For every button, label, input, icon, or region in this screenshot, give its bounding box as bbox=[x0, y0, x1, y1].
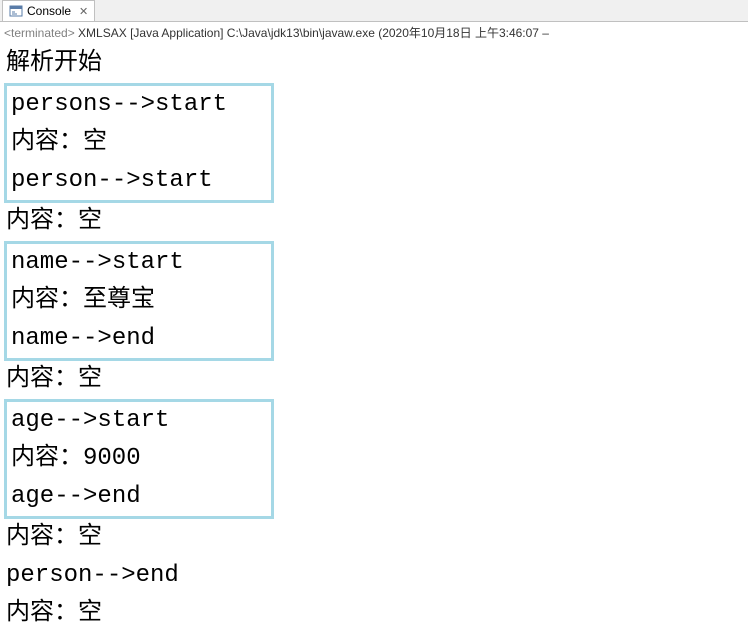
terminated-label: <terminated> bbox=[4, 26, 75, 40]
output-line: 内容：至尊宝 bbox=[9, 282, 269, 320]
status-text: XMLSAX [Java Application] C:\Java\jdk13\… bbox=[75, 26, 549, 40]
output-line: age-->start bbox=[9, 402, 269, 440]
tab-label: Console bbox=[27, 4, 71, 18]
output-line: 内容：空 bbox=[4, 519, 744, 557]
output-line: 内容：空 bbox=[4, 595, 744, 633]
output-line: age-->end bbox=[9, 478, 269, 516]
highlight-box: persons-->start 内容：空 person-->start bbox=[4, 83, 274, 203]
output-line: 内容：空 bbox=[4, 361, 744, 399]
output-line: 内容：9000 bbox=[9, 440, 269, 478]
status-line: <terminated> XMLSAX [Java Application] C… bbox=[0, 22, 748, 43]
console-tab[interactable]: Console ✕ bbox=[2, 0, 95, 21]
console-icon bbox=[9, 4, 23, 18]
output-line: 解析开始 bbox=[4, 45, 744, 83]
close-icon[interactable]: ✕ bbox=[79, 5, 88, 18]
highlight-box: age-->start 内容：9000 age-->end bbox=[4, 399, 274, 519]
tab-bar: Console ✕ bbox=[0, 0, 748, 22]
highlight-box: name-->start 内容：至尊宝 name-->end bbox=[4, 241, 274, 361]
output-line: persons-->start bbox=[9, 86, 269, 124]
output-line: person-->start bbox=[9, 162, 269, 200]
output-line: name-->start bbox=[9, 244, 269, 282]
console-output[interactable]: 解析开始 persons-->start 内容：空 person-->start… bbox=[0, 43, 748, 635]
output-line: 内容：空 bbox=[4, 203, 744, 241]
output-line: 内容：空 bbox=[9, 124, 269, 162]
output-line: person-->end bbox=[4, 557, 744, 595]
output-line: name-->end bbox=[9, 320, 269, 358]
